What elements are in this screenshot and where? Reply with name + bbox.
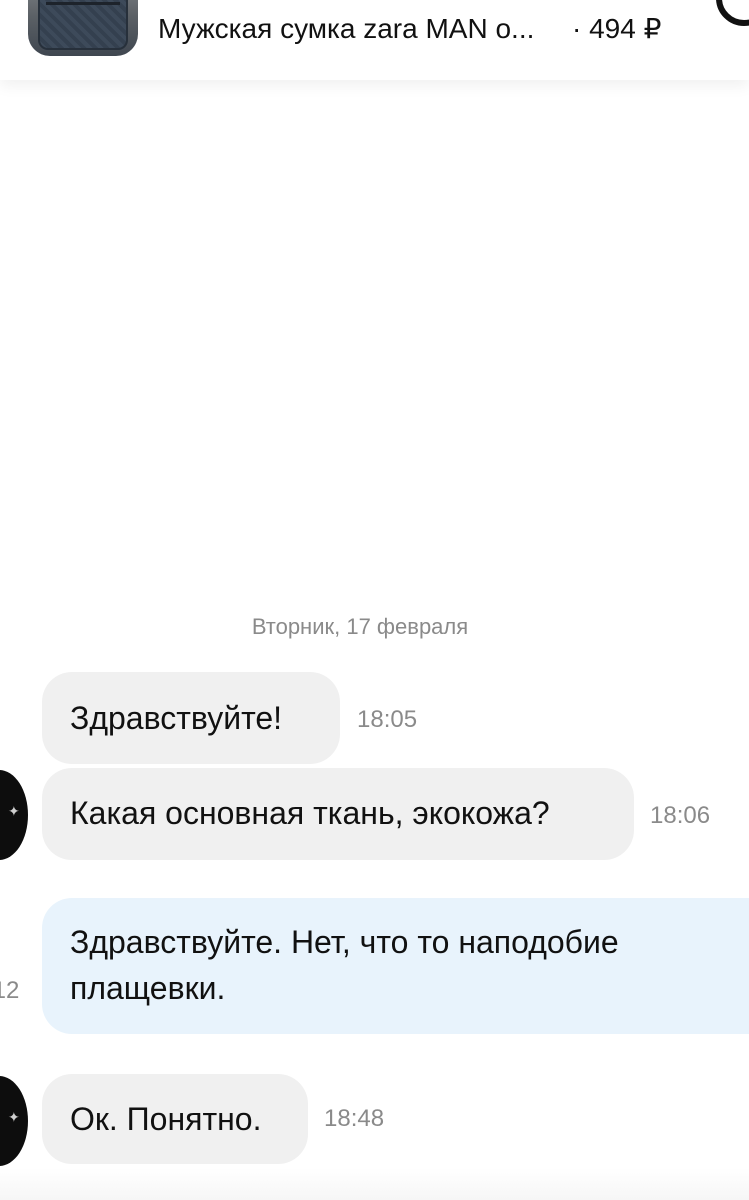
bag-image: [38, 0, 128, 50]
chat-screen: Мужская сумка zara MAN о... · 494 ₽ Втор…: [0, 0, 749, 1200]
sender-avatar[interactable]: ✦: [0, 1076, 28, 1166]
product-thumbnail[interactable]: [28, 0, 138, 56]
star-icon: ✦: [8, 1109, 20, 1125]
sender-avatar[interactable]: ✦: [0, 770, 28, 860]
message-time: :12: [0, 977, 20, 1004]
message-text: Ок. Понятно.: [70, 1101, 262, 1137]
product-price: · 494 ₽: [572, 13, 662, 44]
bottom-fade: [0, 1168, 749, 1200]
star-icon: ✦: [8, 803, 20, 819]
date-separator: Вторник, 17 февраля: [251, 614, 469, 639]
message-text: Какая основная ткань, экокожа?: [70, 795, 550, 831]
message-time: 18:48: [324, 1105, 385, 1132]
product-title[interactable]: Мужская сумка zara MAN о...: [158, 12, 534, 46]
message-bubble-incoming[interactable]: Здравствуйте!: [42, 672, 340, 764]
message-bubble-incoming[interactable]: Какая основная ткань, экокожа?: [42, 768, 634, 860]
chat-header[interactable]: Мужская сумка zara MAN о... · 494 ₽: [0, 0, 749, 80]
message-time: 18:06: [650, 802, 711, 829]
message-bubble-incoming[interactable]: Ок. Понятно.: [42, 1074, 308, 1164]
bag-zipper: [46, 2, 120, 5]
message-text-line: плащевки.: [70, 970, 226, 1006]
message-time: 18:05: [357, 706, 418, 733]
message-text-line: Здравствуйте. Нет, что то наподобие: [70, 924, 619, 960]
message-bubble-outgoing[interactable]: Здравствуйте. Нет, что то наподобие плащ…: [42, 898, 749, 1034]
header-action-icon[interactable]: [716, 0, 749, 26]
message-text: Здравствуйте!: [70, 700, 283, 736]
